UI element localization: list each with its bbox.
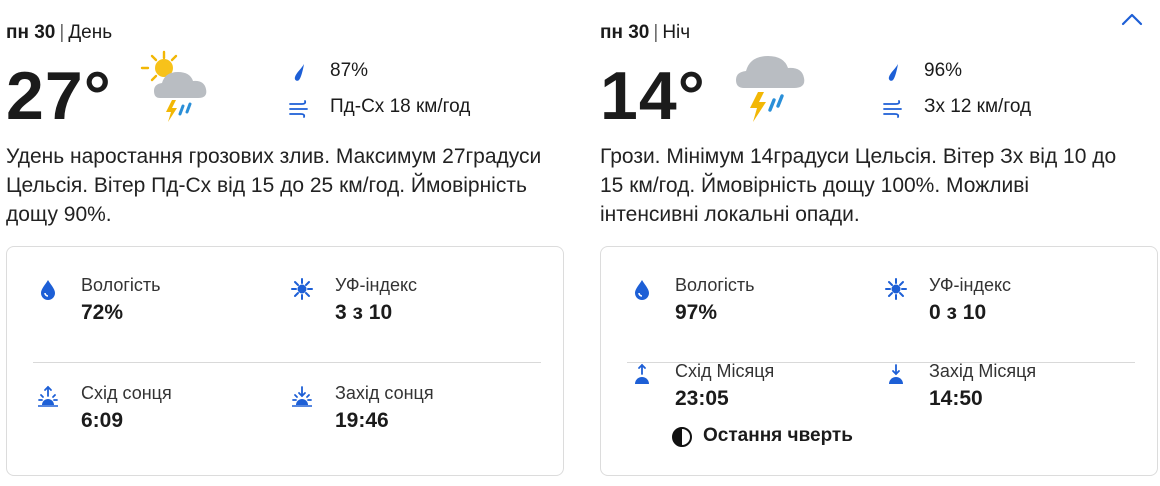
night-precip-value: 96%: [924, 60, 963, 81]
night-period: Ніч: [662, 22, 691, 43]
wind-icon: [883, 100, 902, 118]
humidity-drop-icon: [635, 280, 649, 300]
day-period: День: [68, 22, 113, 43]
sun-cloud-thunderstorm-icon: [140, 50, 207, 122]
night-details-card: Вологість 97% УФ-індекс 0 з 10 Схід Міся…: [600, 246, 1158, 476]
day-precip-value: 87%: [330, 60, 369, 81]
humidity-drop-icon: [41, 280, 55, 300]
night-summary: Грози. Мінімум 14градуси Цельсія. Вітер …: [600, 145, 1117, 226]
uv-sun-icon: [291, 278, 313, 300]
night-date-header: пн 30 | Ніч: [600, 22, 691, 43]
day-summary: Удень наростання грозових злив. Максимум…: [6, 145, 542, 226]
day-wind-value: Пд-Сх 18 км/год: [330, 96, 471, 117]
day-details-card: Вологість 72% УФ-індекс 3 з 10 Схід сонц…: [6, 246, 564, 476]
wind-icon: [289, 100, 308, 118]
day-date-header: пн 30 | День: [6, 22, 113, 43]
moon-phase-label: Остання чверть: [703, 425, 853, 446]
uv-sun-icon: [885, 278, 907, 300]
moonset-icon: [889, 364, 903, 384]
day-temperature: 27°: [6, 58, 112, 134]
night-wind-value: Зх 12 км/год: [924, 96, 1032, 117]
last-quarter-moon-icon: [672, 427, 692, 447]
cloud-thunderstorm-icon: [736, 56, 805, 122]
card-divider: [33, 362, 541, 363]
night-weekday: пн 30: [600, 22, 650, 43]
night-temperature: 14°: [600, 58, 706, 134]
collapse-chevron-up-icon[interactable]: [1118, 8, 1146, 32]
sunrise-icon: [38, 385, 58, 407]
raindrop-icon: [888, 64, 898, 81]
raindrop-icon: [294, 64, 304, 81]
day-weekday: пн 30: [6, 22, 56, 43]
moonrise-icon: [635, 363, 649, 384]
sunset-icon: [292, 386, 312, 407]
